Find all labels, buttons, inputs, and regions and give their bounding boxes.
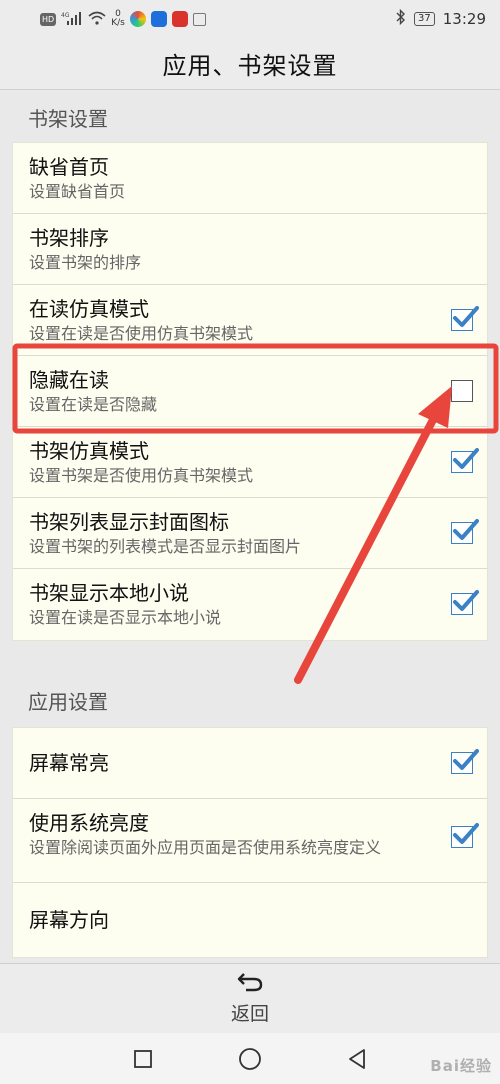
speed-unit: K/s [111, 18, 125, 28]
setting-show-local-novels[interactable]: 书架显示本地小说 设置在读是否显示本地小说 [13, 569, 487, 640]
wifi-icon [88, 11, 106, 28]
setting-title: 书架仿真模式 [29, 439, 149, 463]
battery-icon: 37 [414, 12, 435, 26]
setting-title: 屏幕常亮 [29, 751, 109, 775]
signal-icon: 4G [61, 11, 83, 28]
section-header-app: 应用设置 [28, 690, 108, 714]
setting-list-cover-icon[interactable]: 书架列表显示封面图标 设置书架的列表模式是否显示封面图片 [13, 498, 487, 569]
nav-circle-icon[interactable] [236, 1045, 264, 1073]
nav-triangle-icon[interactable] [343, 1045, 371, 1073]
back-bar[interactable]: 返回 [0, 963, 500, 1033]
reading-simulation-checkbox[interactable] [451, 306, 479, 331]
checkmark-icon [453, 823, 479, 844]
checkmark-icon [453, 448, 479, 469]
app-icon-2 [150, 11, 167, 27]
screen-always-on-checkbox[interactable] [451, 749, 479, 774]
setting-bookshelf-simulation[interactable]: 书架仿真模式 设置书架是否使用仿真书架模式 [13, 427, 487, 498]
show-local-novels-checkbox[interactable] [451, 590, 479, 615]
setting-title: 书架排序 [29, 226, 109, 250]
setting-title: 缺省首页 [29, 155, 109, 179]
setting-subtitle: 设置在读是否使用仿真书架模式 [29, 324, 254, 343]
page-title: 应用、书架设置 [162, 52, 338, 80]
setting-screen-always-on[interactable]: 屏幕常亮 [13, 728, 487, 799]
setting-subtitle: 设置缺省首页 [29, 182, 126, 201]
status-right: 37 13:29 [396, 8, 486, 29]
setting-title: 书架显示本地小说 [29, 581, 189, 605]
checkmark-icon [453, 306, 479, 327]
bookshelf-settings-card: 缺省首页 设置缺省首页 书架排序 设置书架的排序 在读仿真模式 设置在读是否使用… [13, 143, 487, 640]
status-bar: HD 4G 0 K/s 37 13:29 [0, 0, 500, 38]
app-icon-3 [171, 11, 188, 27]
setting-title: 使用系统亮度 [29, 811, 149, 835]
setting-subtitle: 设置除阅读页面外应用页面是否使用系统亮度定义 [29, 838, 382, 857]
setting-subtitle: 设置在读是否隐藏 [29, 395, 158, 414]
status-left-icons: HD 4G 0 K/s [40, 10, 206, 28]
setting-title: 屏幕方向 [29, 908, 109, 932]
setting-default-home[interactable]: 缺省首页 设置缺省首页 [13, 143, 487, 214]
signal-label: 4G [61, 12, 70, 19]
app-icon-4 [192, 12, 206, 26]
setting-title: 在读仿真模式 [29, 297, 149, 321]
system-brightness-checkbox[interactable] [451, 823, 479, 848]
checkmark-icon [453, 519, 479, 540]
bluetooth-icon [396, 8, 406, 29]
setting-system-brightness[interactable]: 使用系统亮度 设置除阅读页面外应用页面是否使用系统亮度定义 [13, 799, 487, 883]
checkmark-icon [453, 590, 479, 611]
nav-square-icon[interactable] [129, 1045, 157, 1073]
setting-reading-simulation[interactable]: 在读仿真模式 设置在读是否使用仿真书架模式 [13, 285, 487, 356]
app-icon-1 [129, 11, 146, 27]
back-arrow-icon [236, 971, 264, 997]
setting-subtitle: 设置书架是否使用仿真书架模式 [29, 466, 254, 485]
speed-indicator: 0 K/s [111, 10, 125, 28]
network-chip: HD [40, 12, 57, 26]
system-nav-bar [0, 1033, 500, 1084]
watermark: Bai经验 [430, 1057, 492, 1075]
setting-bookshelf-sort[interactable]: 书架排序 设置书架的排序 [13, 214, 487, 285]
hide-reading-checkbox[interactable] [451, 380, 473, 402]
setting-title: 隐藏在读 [29, 368, 109, 392]
list-cover-icon-checkbox[interactable] [451, 519, 479, 544]
setting-subtitle: 设置书架的排序 [29, 253, 142, 272]
bookshelf-simulation-checkbox[interactable] [451, 448, 479, 473]
checkmark-icon [453, 749, 479, 770]
setting-subtitle: 设置书架的列表模式是否显示封面图片 [29, 537, 302, 556]
title-bar: 应用、书架设置 [0, 38, 500, 90]
back-button-label: 返回 [230, 1003, 269, 1025]
status-time: 13:29 [442, 10, 486, 28]
setting-title: 书架列表显示封面图标 [29, 510, 229, 534]
app-settings-card: 屏幕常亮 使用系统亮度 设置除阅读页面外应用页面是否使用系统亮度定义 屏幕方向 [13, 728, 487, 957]
setting-subtitle: 设置在读是否显示本地小说 [29, 608, 222, 627]
section-header-bookshelf: 书架设置 [28, 107, 108, 131]
setting-hide-reading[interactable]: 隐藏在读 设置在读是否隐藏 [13, 356, 487, 427]
setting-screen-orientation[interactable]: 屏幕方向 [13, 883, 487, 957]
